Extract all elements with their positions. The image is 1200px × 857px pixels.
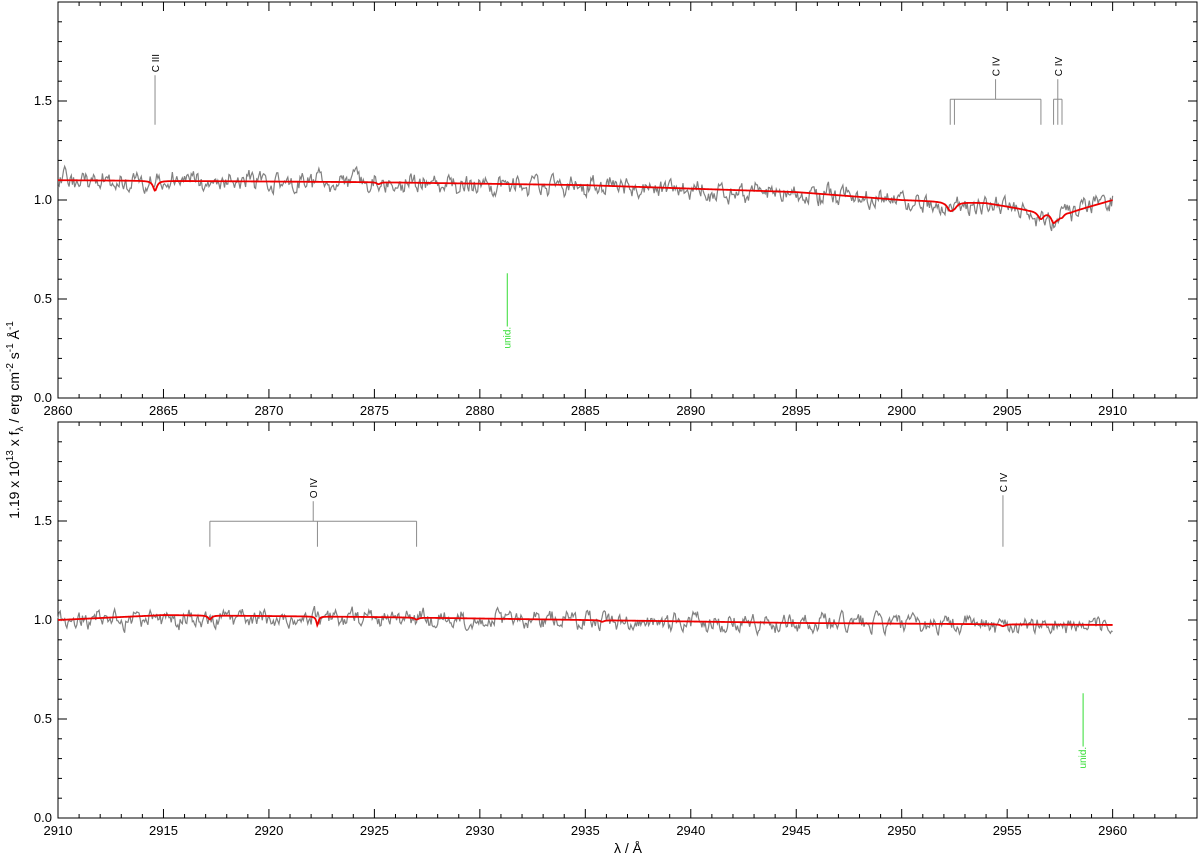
plot-frame: [57, 1, 1198, 399]
ylabel-text: Å: [6, 329, 22, 343]
spectrum-figure: 2860 2865 2870 2875 2880 2885 2890 2895 2900 2905…: [5, 1, 1198, 856]
ylabel-superscript: 13: [5, 450, 16, 462]
unid-marker: unid.: [1078, 693, 1089, 769]
unid-label: unid.: [1078, 747, 1089, 769]
ylabel-text: s: [6, 352, 22, 363]
line-id-label: C IV: [992, 56, 1003, 76]
line-id-label: O IV: [309, 478, 320, 498]
y-tick-label: 0.5: [34, 291, 52, 306]
x-tick-label: 2930: [465, 823, 494, 838]
x-tick-label: 2910: [44, 823, 73, 838]
x-tick-label: 2915: [149, 823, 178, 838]
line-id-marker: C IV: [949, 56, 1042, 125]
x-tick-label: 2875: [360, 403, 389, 418]
ylabel-text: 1.19 x 10: [6, 461, 22, 519]
line-id-marker: C III: [151, 54, 162, 125]
x-tick-label: 2920: [254, 823, 283, 838]
x-tick-label: 2935: [571, 823, 600, 838]
x-tick-label: 2950: [887, 823, 916, 838]
x-tick-label: 2955: [993, 823, 1022, 838]
line-id-marker: O IV: [209, 478, 418, 547]
unid-label: unid.: [502, 327, 513, 349]
y-tick-label: 1.0: [34, 612, 52, 627]
unid-marker: unid.: [502, 273, 513, 349]
x-tick-label: 2940: [676, 823, 705, 838]
x-tick-label: 2870: [254, 403, 283, 418]
ylabel-text: x f: [6, 431, 22, 450]
y-tick-label: 1.5: [34, 513, 52, 528]
y-tick-label: 0.0: [34, 390, 52, 405]
y-tick-label: 0.0: [34, 810, 52, 825]
x-tick-label: 2865: [149, 403, 178, 418]
y-tick-label: 1.5: [34, 93, 52, 108]
x-tick-label: 2900: [887, 403, 916, 418]
x-tick-label: 2905: [993, 403, 1022, 418]
line-id-marker: C IV: [1053, 56, 1065, 125]
x-tick-label: 2885: [571, 403, 600, 418]
y-axis-label: 1.19 x 1013 x fλ / erg cm-2 s-1 Å-1: [5, 321, 26, 519]
x-tick-label: 2945: [782, 823, 811, 838]
line-id-label: C III: [151, 54, 162, 72]
ylabel-superscript: -1: [5, 321, 16, 330]
line-id-label: C IV: [1054, 56, 1065, 76]
panel-2: 2910 2915 2920 2925 2930 2935 2940 2945 2950 2955…: [34, 421, 1198, 838]
ylabel-text: / erg cm: [6, 372, 22, 426]
panel-1: 2860 2865 2870 2875 2880 2885 2890 2895 2900 2905…: [34, 1, 1198, 418]
x-tick-label: 2925: [360, 823, 389, 838]
line-id-marker: C IV: [999, 472, 1010, 547]
y-tick-label: 0.5: [34, 711, 52, 726]
x-tick-label: 2910: [1098, 403, 1127, 418]
line-id-label: C IV: [999, 472, 1010, 492]
plot-panels: 2860 2865 2870 2875 2880 2885 2890 2895 2900 2905…: [34, 1, 1198, 838]
x-tick-label: 2960: [1098, 823, 1127, 838]
x-tick-label: 2880: [465, 403, 494, 418]
x-tick-label: 2895: [782, 403, 811, 418]
y-tick-label: 1.0: [34, 192, 52, 207]
observed-spectrum-line: [57, 164, 1114, 232]
x-tick-label: 2890: [676, 403, 705, 418]
x-axis-label: λ / Å: [614, 840, 643, 856]
x-tick-label: 2860: [44, 403, 73, 418]
model-spectrum-line: [58, 179, 1113, 225]
